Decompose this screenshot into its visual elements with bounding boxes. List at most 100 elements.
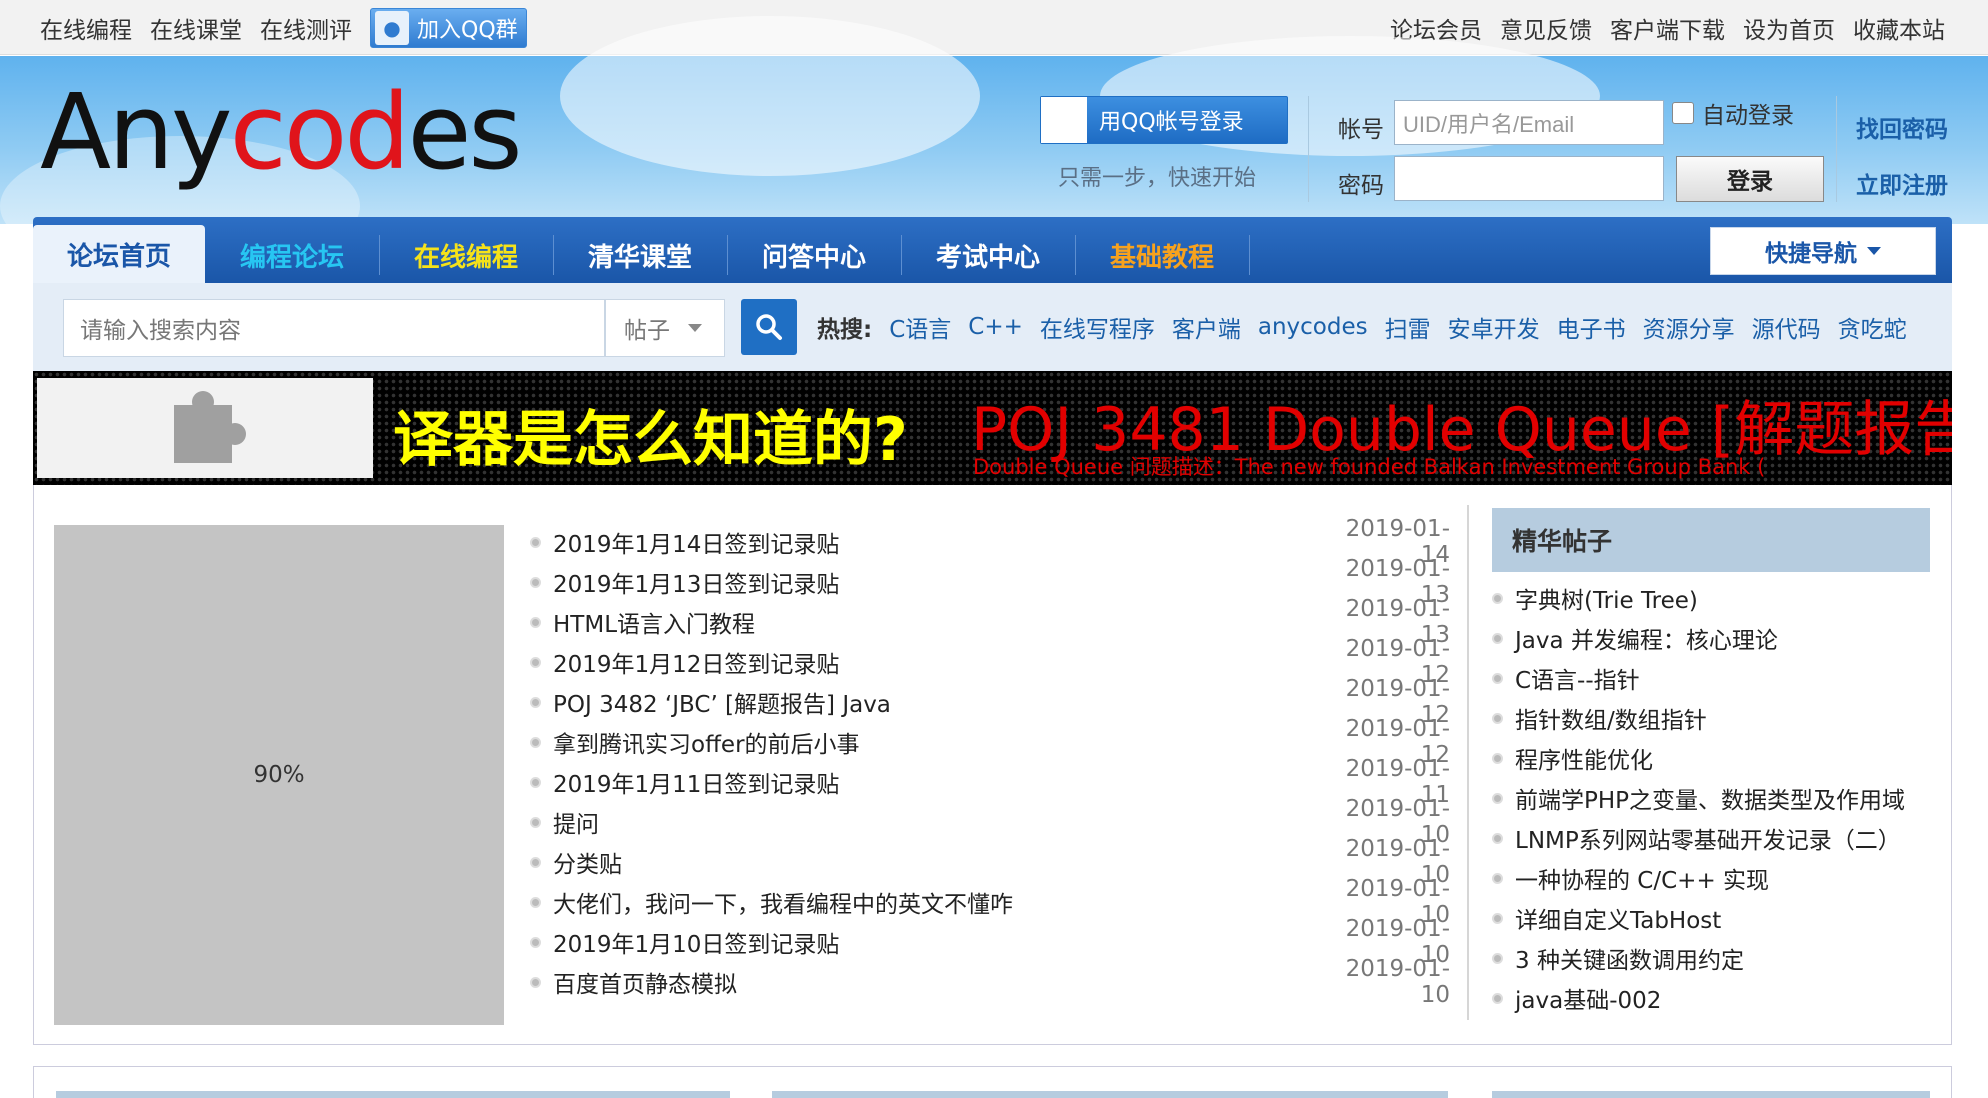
list-item[interactable]: 一种协程的 C/C++ 实现 <box>1492 858 1930 898</box>
featured-item-title[interactable]: java基础-002 <box>1515 981 1661 1015</box>
top-link-online-classroom[interactable]: 在线课堂 <box>150 11 242 45</box>
post-title[interactable]: 2019年1月10日签到记录贴 <box>553 925 1320 959</box>
logo-text-es: es <box>407 71 522 193</box>
post-title[interactable]: HTML语言入门教程 <box>553 605 1320 639</box>
hot-term[interactable]: C++ <box>968 314 1023 340</box>
list-item[interactable]: 提问 2019-01-10 <box>530 796 1450 848</box>
list-item[interactable]: 2019年1月12日签到记录贴 2019-01-12 <box>530 636 1450 688</box>
featured-item-title[interactable]: 一种协程的 C/C++ 实现 <box>1515 861 1769 895</box>
tab-online-coding[interactable]: 在线编程 <box>379 228 553 283</box>
list-item[interactable]: 2019年1月13日签到记录贴 2019-01-13 <box>530 556 1450 608</box>
auto-login-checkbox[interactable] <box>1672 102 1694 124</box>
list-item[interactable]: LNMP系列网站零基础开发记录（二） <box>1492 818 1930 858</box>
post-title[interactable]: 2019年1月14日签到记录贴 <box>553 525 1320 559</box>
list-item[interactable]: 前端学PHP之变量、数据类型及作用域 <box>1492 778 1930 818</box>
login-button[interactable]: 登录 <box>1676 156 1824 202</box>
list-item[interactable]: HTML语言入门教程 2019-01-13 <box>530 596 1450 648</box>
top-link-online-assessment[interactable]: 在线测评 <box>260 11 352 45</box>
post-title[interactable]: 2019年1月11日签到记录贴 <box>553 765 1320 799</box>
list-item[interactable]: 2019年1月14日签到记录贴 2019-01-14 <box>530 516 1450 568</box>
featured-item-title[interactable]: C语言--指针 <box>1515 661 1640 695</box>
search-button[interactable] <box>741 299 797 355</box>
tab-programming-forum[interactable]: 编程论坛 <box>205 228 379 283</box>
bullet-icon <box>1492 672 1503 684</box>
tab-exam-center[interactable]: 考试中心 <box>901 228 1075 283</box>
hot-term[interactable]: anycodes <box>1258 314 1368 340</box>
bullet-icon <box>530 536 541 548</box>
hot-term[interactable]: 扫雷 <box>1385 310 1431 344</box>
top-link-feedback[interactable]: 意见反馈 <box>1500 11 1592 45</box>
featured-item-title[interactable]: LNMP系列网站零基础开发记录（二） <box>1515 821 1901 855</box>
top-link-client-download[interactable]: 客户端下载 <box>1610 11 1725 45</box>
search-type-select[interactable]: 帖子 <box>605 299 725 357</box>
list-item[interactable]: C语言--指针 <box>1492 658 1930 698</box>
post-title[interactable]: 2019年1月13日签到记录贴 <box>553 565 1320 599</box>
list-item[interactable]: 分类贴 2019-01-10 <box>530 836 1450 888</box>
top-link-set-homepage[interactable]: 设为首页 <box>1743 11 1835 45</box>
featured-item-title[interactable]: 详细自定义TabHost <box>1515 901 1721 935</box>
account-input[interactable]: UID/用户名/Email <box>1394 100 1664 145</box>
slideshow-placeholder[interactable]: 90% <box>54 525 504 1025</box>
search-input[interactable]: 请输入搜索内容 <box>63 299 605 357</box>
chevron-down-icon <box>1867 247 1881 255</box>
featured-item-title[interactable]: 3 种关键函数调用约定 <box>1515 941 1744 975</box>
post-title[interactable]: 分类贴 <box>553 845 1320 879</box>
top-link-online-coding[interactable]: 在线编程 <box>40 11 132 45</box>
tab-forum-home[interactable]: 论坛首页 <box>33 225 205 283</box>
featured-item-title[interactable]: 指针数组/数组指针 <box>1515 701 1707 735</box>
list-item[interactable]: 2019年1月11日签到记录贴 2019-01-11 <box>530 756 1450 808</box>
join-qq-group-button[interactable]: ● 加入QQ群 <box>370 7 527 48</box>
search-icon <box>756 314 782 340</box>
featured-item-title[interactable]: Java 并发编程：核心理论 <box>1515 621 1778 655</box>
register-link[interactable]: 立即注册 <box>1856 166 1948 200</box>
list-item[interactable]: Java 并发编程：核心理论 <box>1492 618 1930 658</box>
post-title[interactable]: 大佬们，我问一下，我看编程中的英文不懂咋 <box>553 885 1320 919</box>
list-item[interactable]: 2019年1月10日签到记录贴 2019-01-10 <box>530 916 1450 968</box>
header: Anycodes ◉ 用QQ帐号登录 只需一步，快速开始 帐号 UID/用户名/… <box>0 16 1988 276</box>
scrolling-banner[interactable]: 译器是怎么知道的? POJ 3481 Double Queue [解题报告] D… <box>33 371 1952 485</box>
post-title[interactable]: 2019年1月12日签到记录贴 <box>553 645 1320 679</box>
qq-login-button[interactable]: ◉ 用QQ帐号登录 <box>1040 96 1288 144</box>
auto-login-option[interactable]: 自动登录 <box>1672 96 1794 130</box>
list-item[interactable]: POJ 3482 ‘JBC’ [解题报告] Java 2019-01-12 <box>530 676 1450 728</box>
list-item[interactable]: 详细自定义TabHost <box>1492 898 1930 938</box>
featured-item-title[interactable]: 前端学PHP之变量、数据类型及作用域 <box>1515 781 1905 815</box>
list-item[interactable]: 指针数组/数组指针 <box>1492 698 1930 738</box>
hot-search: 热搜: C语言 C++ 在线写程序 客户端 anycodes 扫雷 安卓开发 电… <box>817 283 1907 371</box>
hot-term[interactable]: 客户端 <box>1172 310 1241 344</box>
qq-login-label: 用QQ帐号登录 <box>1099 110 1244 135</box>
list-item[interactable]: 大佬们，我问一下，我看编程中的英文不懂咋 2019-01-10 <box>530 876 1450 928</box>
hot-term[interactable]: 资源分享 <box>1643 310 1735 344</box>
featured-item-title[interactable]: 字典树(Trie Tree) <box>1515 581 1698 615</box>
tab-qa-center[interactable]: 问答中心 <box>727 228 901 283</box>
logo-text-any: Any <box>40 71 233 193</box>
hot-term[interactable]: 电子书 <box>1557 310 1626 344</box>
tab-basic-tutorials[interactable]: 基础教程 <box>1075 228 1249 283</box>
password-input[interactable] <box>1394 156 1664 201</box>
hot-term[interactable]: 源代码 <box>1752 310 1821 344</box>
featured-item-title[interactable]: 程序性能优化 <box>1515 741 1653 775</box>
list-item[interactable]: 3 种关键函数调用约定 <box>1492 938 1930 978</box>
quick-nav-dropdown[interactable]: 快捷导航 <box>1710 227 1936 275</box>
header-divider <box>1836 96 1837 202</box>
list-item[interactable]: java基础-002 <box>1492 978 1930 1018</box>
post-title[interactable]: 百度首页静态模拟 <box>553 965 1320 999</box>
list-item[interactable]: 程序性能优化 <box>1492 738 1930 778</box>
site-logo[interactable]: Anycodes <box>40 80 523 184</box>
list-item[interactable]: 百度首页静态模拟 2019-01-10 <box>530 956 1450 1008</box>
bullet-icon <box>530 816 541 828</box>
hot-term[interactable]: 在线写程序 <box>1040 310 1155 344</box>
top-link-bookmark[interactable]: 收藏本站 <box>1853 11 1945 45</box>
post-title[interactable]: POJ 3482 ‘JBC’ [解题报告] Java <box>553 685 1320 719</box>
tab-tsinghua-classroom[interactable]: 清华课堂 <box>553 228 727 283</box>
post-title[interactable]: 拿到腾讯实习offer的前后小事 <box>553 725 1320 759</box>
hot-term[interactable]: 安卓开发 <box>1448 310 1540 344</box>
auto-login-label: 自动登录 <box>1702 103 1794 129</box>
hot-term[interactable]: C语言 <box>889 310 951 344</box>
forgot-password-link[interactable]: 找回密码 <box>1856 110 1948 144</box>
bullet-icon <box>1492 792 1503 804</box>
list-item[interactable]: 字典树(Trie Tree) <box>1492 578 1930 618</box>
post-title[interactable]: 提问 <box>553 805 1320 839</box>
hot-term[interactable]: 贪吃蛇 <box>1838 310 1907 344</box>
list-item[interactable]: 拿到腾讯实习offer的前后小事 2019-01-12 <box>530 716 1450 768</box>
